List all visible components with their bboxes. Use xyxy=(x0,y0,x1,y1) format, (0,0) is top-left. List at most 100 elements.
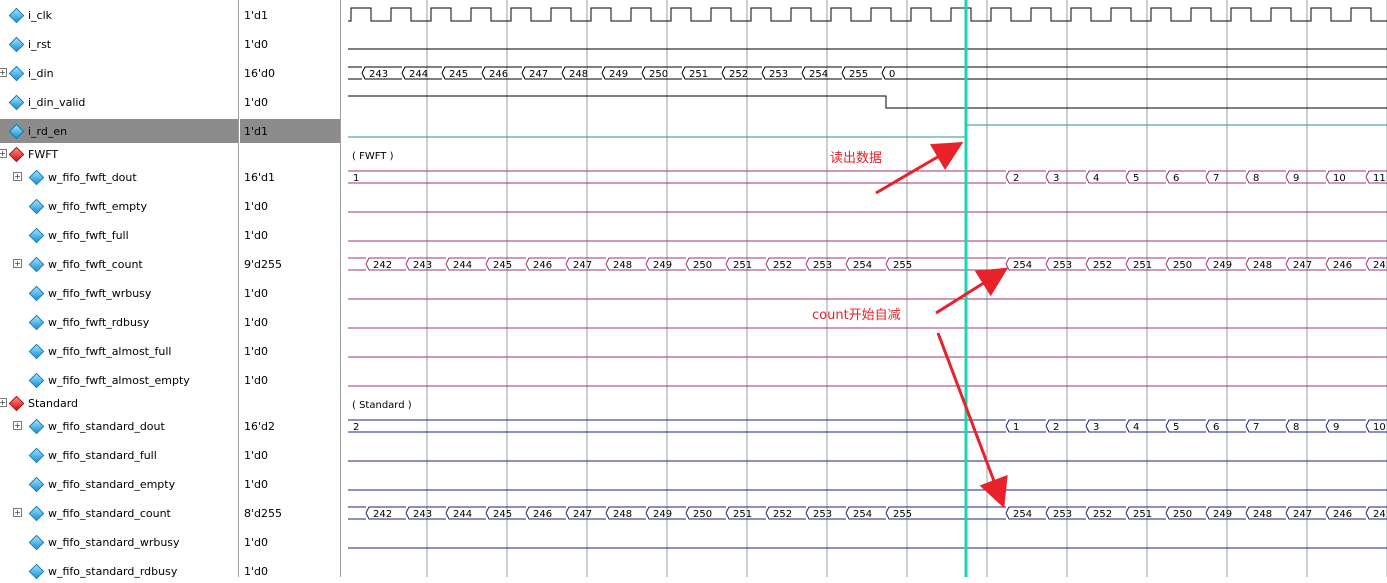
signal-value-w-fifo-fwft-rdbusy: 1'd0 xyxy=(244,315,269,329)
standard-count-value-label: 249 xyxy=(1213,509,1232,520)
signal-row-w-fifo-fwft-empty[interactable]: w_fifo_fwft_empty xyxy=(0,194,238,218)
fwft-dout-segment xyxy=(1085,170,1126,184)
signal-name-label: w_fifo_fwft_full xyxy=(48,228,129,242)
signal-row-w-fifo-standard-count[interactable]: + w_fifo_standard_count xyxy=(0,501,238,525)
rd-en-trace xyxy=(348,124,1387,138)
signal-name-label: w_fifo_standard_wrbusy xyxy=(48,535,180,549)
signal-value-i-rd-en: 1'd1 xyxy=(240,119,340,143)
standard-count-value-label: 251 xyxy=(733,509,752,520)
standard-count-value-label: 244 xyxy=(453,509,472,520)
fwft-dout-value-label: 9 xyxy=(1293,173,1299,184)
signal-row-w-fifo-fwft-count[interactable]: + w_fifo_fwft_count xyxy=(0,252,238,276)
fwft-count-value-label: 244 xyxy=(453,260,472,271)
signal-row-w-fifo-fwft-rdbusy[interactable]: w_fifo_fwft_rdbusy xyxy=(0,310,238,334)
signal-value-standard xyxy=(240,391,340,415)
signal-row-w-fifo-fwft-almost-empty[interactable]: w_fifo_fwft_almost_empty xyxy=(0,368,238,392)
fwft-count-value-label: 248 xyxy=(1253,260,1272,271)
signal-row-i-din-valid[interactable]: i_din_valid xyxy=(0,90,238,114)
expand-toggle-icon[interactable]: + xyxy=(0,68,7,77)
fwft-count-value-label: 251 xyxy=(733,260,752,271)
signal-value-i-din-valid: 1'd0 xyxy=(244,95,269,109)
standard-count-value-label: 248 xyxy=(1253,509,1272,520)
din-value-label: 246 xyxy=(489,69,508,80)
signal-diamond-icon xyxy=(28,372,45,389)
signal-row-i-rst[interactable]: i_rst xyxy=(0,32,238,56)
signal-diamond-icon xyxy=(8,123,25,140)
standard-count-value-label: 253 xyxy=(813,509,832,520)
expand-toggle-icon[interactable]: + xyxy=(13,172,22,181)
fwft-count-value-label: 252 xyxy=(773,260,792,271)
din-value-label: 247 xyxy=(529,69,548,80)
signal-row-i-din[interactable]: + i_din xyxy=(0,61,238,85)
standard-dout-value-label: 7 xyxy=(1253,422,1259,433)
group-row-fwft[interactable]: + FWFT xyxy=(0,142,238,166)
din-value-label: 249 xyxy=(609,69,628,80)
standard-dout-segment xyxy=(1045,419,1086,433)
signal-row-w-fifo-fwft-wrbusy[interactable]: w_fifo_fwft_wrbusy xyxy=(0,281,238,305)
signal-row-w-fifo-fwft-almost-full[interactable]: w_fifo_fwft_almost_full xyxy=(0,339,238,363)
fwft-dout-value-label: 3 xyxy=(1053,173,1059,184)
fwft-count-value-label: 246 xyxy=(533,260,552,271)
standard-dout-value-label: 10 xyxy=(1373,422,1386,433)
signal-diamond-icon xyxy=(28,256,45,273)
expand-toggle-icon[interactable]: + xyxy=(13,508,22,517)
waveform-pane[interactable]: 243 244 245 246 247 248 249 250 251 252 253 254 255 0… xyxy=(342,0,1387,577)
standard-count-value-label: 246 xyxy=(533,509,552,520)
waveform-canvas[interactable]: 243 244 245 246 247 248 249 250 251 252 253 254 255 0… xyxy=(342,0,1387,577)
standard-count-value-label: 242 xyxy=(373,509,392,520)
fwft-count-value-label: 249 xyxy=(653,260,672,271)
din-value-label: 248 xyxy=(569,69,588,80)
standard-dout-value-label: 8 xyxy=(1293,422,1299,433)
count-standard-arrow xyxy=(936,332,1008,509)
standard-count-value-label: 253 xyxy=(1053,509,1072,520)
signal-value-w-fifo-standard-dout: 16'd2 xyxy=(244,419,276,433)
standard-count-value-label: 251 xyxy=(1133,509,1152,520)
din-value-label: 253 xyxy=(769,69,788,80)
expand-toggle-icon[interactable]: + xyxy=(0,398,7,407)
fwft-count-value-label: 254 xyxy=(853,260,872,271)
pane-divider[interactable] xyxy=(340,0,341,577)
pane-divider[interactable] xyxy=(238,0,239,577)
expand-toggle-icon[interactable]: + xyxy=(13,259,22,268)
standard-count-value-label: 250 xyxy=(693,509,712,520)
din-value-label: 255 xyxy=(849,69,868,80)
standard-dout-value-label: 9 xyxy=(1333,422,1339,433)
din-value-label: 0 xyxy=(889,69,895,80)
signal-row-w-fifo-standard-rdbusy[interactable]: w_fifo_standard_rdbusy xyxy=(0,559,238,583)
standard-count-value-label: 252 xyxy=(1093,509,1112,520)
signal-diamond-icon xyxy=(28,169,45,186)
signal-row-w-fifo-fwft-full[interactable]: w_fifo_fwft_full xyxy=(0,223,238,247)
signal-diamond-icon xyxy=(28,418,45,435)
fwft-dout-value-label: 10 xyxy=(1333,173,1346,184)
signal-row-w-fifo-standard-full[interactable]: w_fifo_standard_full xyxy=(0,443,238,467)
signal-diamond-icon xyxy=(28,314,45,331)
signal-diamond-icon xyxy=(28,198,45,215)
fwft-count-value-label: 253 xyxy=(1053,260,1072,271)
fwft-dout-value-label: 5 xyxy=(1133,173,1139,184)
signal-row-i-clk[interactable]: i_clk xyxy=(0,3,238,27)
standard-count-value-label: 252 xyxy=(773,509,792,520)
signal-name-label: w_fifo_fwft_count xyxy=(48,257,143,271)
expand-toggle-icon[interactable]: + xyxy=(0,149,7,158)
fwft-dout-value-label: 8 xyxy=(1253,173,1259,184)
fwft-count-value-label: 246 xyxy=(1333,260,1352,271)
fwft-count-value-label: 251 xyxy=(1133,260,1152,271)
fwft-count-segment xyxy=(348,257,366,271)
fwft-dout-value-label: 7 xyxy=(1213,173,1219,184)
standard-dout-value-label: 5 xyxy=(1173,422,1179,433)
signal-row-w-fifo-standard-wrbusy[interactable]: w_fifo_standard_wrbusy xyxy=(0,530,238,554)
signal-value-pane: 1'd1 1'd0 16'd0 1'd0 1'd1 16'd1 1'd0 1'd0 9'd255… xyxy=(240,0,340,578)
standard-count-value-label: 254 xyxy=(1013,509,1032,520)
signal-name-label: w_fifo_standard_rdbusy xyxy=(48,564,178,578)
signal-row-w-fifo-fwft-dout[interactable]: + w_fifo_fwft_dout xyxy=(0,165,238,189)
signal-row-w-fifo-standard-empty[interactable]: w_fifo_standard_empty xyxy=(0,472,238,496)
signal-name-label: i_rd_en xyxy=(28,124,68,138)
signal-diamond-icon xyxy=(28,343,45,360)
signal-row-i-rd-en[interactable]: i_rd_en xyxy=(0,119,238,143)
signal-row-w-fifo-standard-dout[interactable]: + w_fifo_standard_dout xyxy=(0,414,238,438)
standard-count-value-label: 246 xyxy=(1333,509,1352,520)
fwft-dout-value-label: 4 xyxy=(1093,173,1099,184)
expand-toggle-icon[interactable]: + xyxy=(13,421,22,430)
signal-diamond-icon xyxy=(8,65,25,82)
group-row-standard[interactable]: + Standard xyxy=(0,391,238,415)
